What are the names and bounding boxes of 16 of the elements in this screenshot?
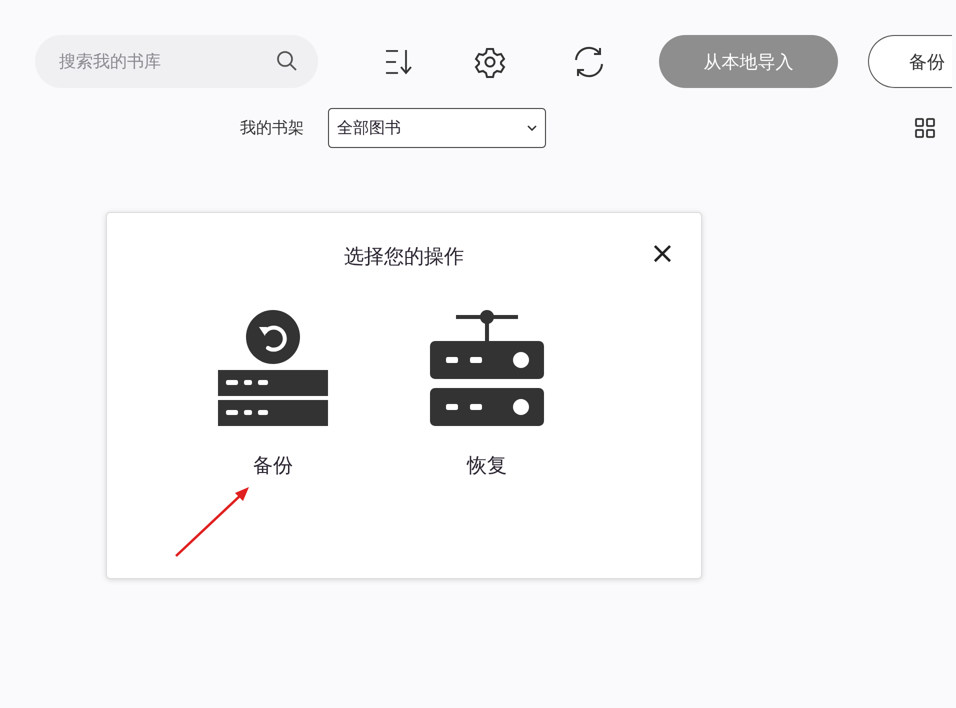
network-server-icon xyxy=(430,310,544,428)
settings-icon[interactable] xyxy=(474,46,506,78)
server-restore-icon xyxy=(218,310,328,428)
search-field[interactable]: 搜索我的书库 xyxy=(35,35,318,88)
grid-view-icon[interactable] xyxy=(915,118,935,138)
restore-option[interactable]: 恢复 xyxy=(427,308,547,479)
sort-icon[interactable] xyxy=(384,48,414,76)
backup-button[interactable]: 备份 xyxy=(868,35,952,88)
search-icon[interactable] xyxy=(276,50,298,72)
chevron-down-icon xyxy=(527,125,537,131)
dialog-title: 选择您的操作 xyxy=(344,243,464,270)
close-button[interactable]: × xyxy=(650,239,675,269)
backup-option[interactable]: 备份 xyxy=(213,308,333,479)
shelf-dropdown[interactable]: 全部图书 xyxy=(328,108,546,148)
shelf-label: 我的书架 xyxy=(240,118,304,138)
sync-icon[interactable] xyxy=(572,44,606,78)
